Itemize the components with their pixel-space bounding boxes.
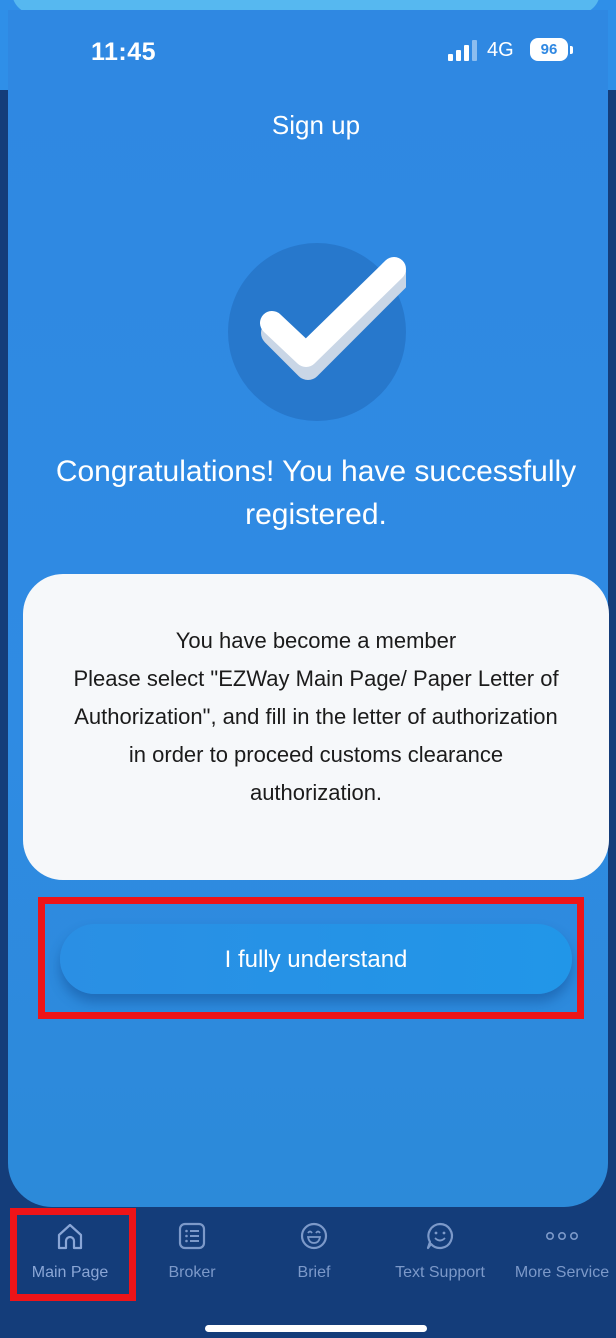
info-line: in order to proceed customs clearance [128,742,504,767]
chat-smile-icon [426,1222,454,1250]
home-indicator [205,1325,427,1332]
tab-label: More Service [514,1264,610,1281]
info-line: authorization. [249,780,383,805]
tab-label: Text Support [395,1264,485,1281]
status-bar: 11:45 4G 96 [0,30,616,76]
success-message: Congratulations! You have successfully r… [55,455,577,531]
tab-broker[interactable]: Broker [136,1200,248,1310]
tab-highlight-box [10,1208,136,1301]
page-title: Sign up [271,110,361,140]
tab-label: Brief [297,1264,331,1281]
app-screen: 11:45 4G 96 Sign up Congratulations! You… [0,0,616,1338]
info-line: Authorization", and fill in the letter o… [74,704,558,729]
tab-text-support[interactable]: Text Support [384,1200,496,1310]
info-card: You have become a member Please select "… [23,574,609,880]
signal-icon [448,40,477,61]
tab-more-service[interactable]: More Service [508,1200,616,1310]
battery-indicator: 96 [530,38,568,61]
info-line: Please select "EZWay Main Page/ Paper Le… [73,666,559,691]
more-dots-icon [546,1232,578,1241]
network-type: 4G [487,39,514,61]
i-fully-understand-button[interactable]: I fully understand [60,924,572,994]
smile-face-icon [300,1222,328,1250]
tab-label: Broker [168,1264,216,1281]
status-time: 11:45 [91,38,157,66]
list-icon [178,1222,206,1250]
success-check-icon [228,243,406,421]
battery-tip [570,46,573,54]
info-line: You have become a member [175,628,457,653]
tab-brief[interactable]: Brief [258,1200,370,1310]
info-text: You have become a member Please select "… [23,622,609,812]
